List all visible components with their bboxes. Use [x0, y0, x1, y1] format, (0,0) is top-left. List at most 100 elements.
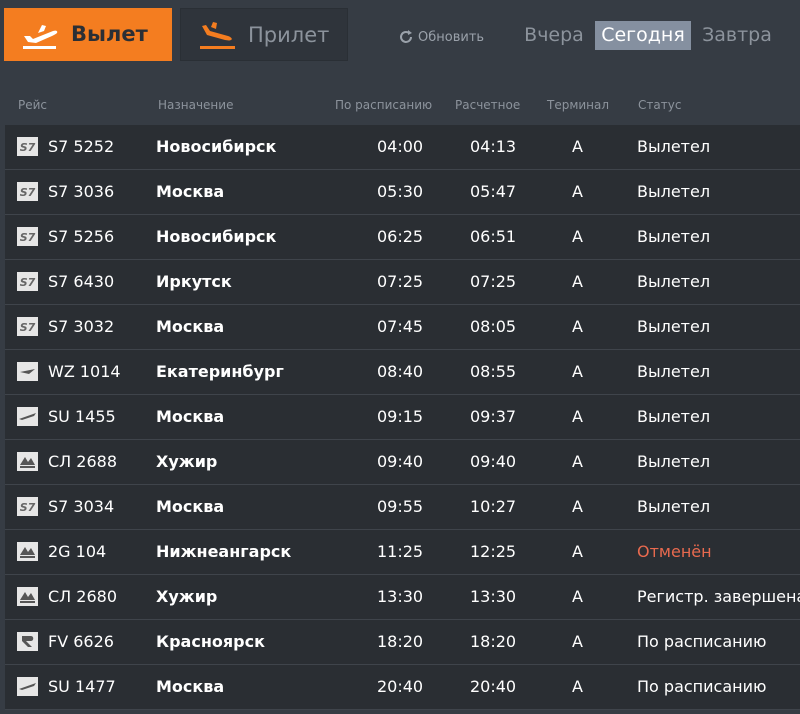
day-tomorrow-button[interactable]: Завтра — [702, 21, 772, 50]
table-row[interactable]: SU 1477 Москва 20:40 20:40 A По расписанию — [5, 665, 800, 710]
flight-number: FV 6626 — [48, 632, 114, 651]
s7-logo-icon: S7 — [17, 497, 38, 516]
flight-table: S7 S7 5252 Новосибирск 04:00 04:13 A Вылетел S7… — [5, 125, 800, 710]
flight-number: S7 3032 — [48, 317, 115, 336]
estimated-time: 20:40 — [470, 677, 517, 696]
scheduled-time: 13:30 — [377, 587, 424, 606]
plane-takeoff-icon — [23, 25, 58, 49]
destination: Новосибирск — [156, 227, 277, 246]
flight-number: S7 3034 — [48, 497, 115, 516]
flight-status: Вылетел — [637, 407, 711, 426]
refresh-button[interactable]: Обновить — [398, 29, 484, 45]
table-row[interactable]: SU 1455 Москва 09:15 09:37 A Вылетел — [5, 395, 800, 440]
angara-logo-icon — [17, 542, 38, 561]
table-row[interactable]: S7 S7 5252 Новосибирск 04:00 04:13 A Вылетел — [5, 125, 800, 170]
table-row[interactable]: FV 6626 Красноярск 18:20 18:20 A По расписани… — [5, 620, 800, 665]
table-row[interactable]: S7 S7 3032 Москва 07:45 08:05 A Вылетел — [5, 305, 800, 350]
terminal: A — [572, 452, 583, 471]
table-row[interactable]: S7 S7 6430 Иркутск 07:25 07:25 A Вылетел — [5, 260, 800, 305]
scheduled-time: 06:25 — [377, 227, 424, 246]
header-destination: Назначение — [158, 98, 234, 112]
estimated-time: 05:47 — [470, 182, 517, 201]
svg-text:S7: S7 — [20, 141, 36, 154]
day-today-button[interactable]: Сегодня — [595, 21, 691, 50]
flight-status: Отменён — [637, 542, 712, 561]
estimated-time: 04:13 — [470, 137, 517, 156]
table-row[interactable]: S7 S7 5256 Новосибирск 06:25 06:51 A Вылетел — [5, 215, 800, 260]
flight-status: По расписанию — [637, 632, 767, 651]
destination: Москва — [156, 407, 225, 426]
destination: Хужир — [156, 452, 218, 471]
terminal: A — [572, 272, 583, 291]
estimated-time: 07:25 — [470, 272, 517, 291]
svg-text:S7: S7 — [20, 501, 36, 514]
terminal: A — [572, 137, 583, 156]
day-yesterday-button[interactable]: Вчера — [522, 21, 586, 50]
table-row[interactable]: S7 S7 3034 Москва 09:55 10:27 A Вылетел — [5, 485, 800, 530]
terminal: A — [572, 182, 583, 201]
scheduled-time: 05:30 — [377, 182, 424, 201]
terminal: A — [572, 632, 583, 651]
destination: Москва — [156, 182, 225, 201]
table-row[interactable]: WZ 1014 Екатеринбург 08:40 08:55 A Вылетел — [5, 350, 800, 395]
svg-text:S7: S7 — [20, 321, 36, 334]
header-estimated: Расчетное — [455, 98, 521, 112]
departure-tab-label: Вылет — [71, 22, 148, 46]
scheduled-time: 07:25 — [377, 272, 424, 291]
arrival-tab-button[interactable]: Прилет — [180, 8, 348, 61]
s7-logo-icon: S7 — [17, 227, 38, 246]
s7-logo-icon: S7 — [17, 272, 38, 291]
flight-status: По расписанию — [637, 677, 767, 696]
flight-number: WZ 1014 — [48, 362, 121, 381]
terminal: A — [572, 317, 583, 336]
scheduled-time: 07:45 — [377, 317, 424, 336]
header-terminal: Терминал — [547, 98, 610, 112]
table-row[interactable]: S7 S7 3036 Москва 05:30 05:47 A Вылетел — [5, 170, 800, 215]
scheduled-time: 09:15 — [377, 407, 424, 426]
destination: Новосибирск — [156, 137, 277, 156]
destination: Екатеринбург — [156, 362, 284, 381]
aeroflot-logo-icon — [17, 677, 38, 696]
flight-number: S7 5252 — [48, 137, 115, 156]
flight-number: SU 1477 — [48, 677, 116, 696]
estimated-time: 18:20 — [470, 632, 517, 651]
destination: Красноярск — [156, 632, 265, 651]
table-row[interactable]: СЛ 2680 Хужир 13:30 13:30 A Регистр. завершен… — [5, 575, 800, 620]
flight-status: Регистр. завершена — [637, 587, 800, 606]
terminal: A — [572, 227, 583, 246]
destination: Нижнеангарск — [156, 542, 292, 561]
flight-status: Вылетел — [637, 317, 711, 336]
flight-status: Вылетел — [637, 362, 711, 381]
flight-status: Вылетел — [637, 452, 711, 471]
flight-status: Вылетел — [637, 182, 711, 201]
angara-logo-icon — [17, 452, 38, 471]
flight-number: SU 1455 — [48, 407, 116, 426]
flight-status: Вылетел — [637, 137, 711, 156]
flight-number: 2G 104 — [48, 542, 107, 561]
svg-text:S7: S7 — [20, 231, 36, 244]
estimated-time: 09:40 — [470, 452, 517, 471]
flight-number: СЛ 2688 — [48, 452, 118, 471]
aeroflot-logo-icon — [17, 407, 38, 426]
estimated-time: 06:51 — [470, 227, 517, 246]
terminal: A — [572, 362, 583, 381]
terminal: A — [572, 587, 583, 606]
table-row[interactable]: СЛ 2688 Хужир 09:40 09:40 A Вылетел — [5, 440, 800, 485]
red-wings-logo-icon — [17, 362, 38, 381]
table-row[interactable]: 2G 104 Нижнеангарск 11:25 12:25 A Отменён — [5, 530, 800, 575]
scheduled-time: 11:25 — [377, 542, 424, 561]
flight-status: Вылетел — [637, 497, 711, 516]
top-bar: Вылет Прилет Обновить Вчера Сегодня Завт… — [0, 0, 800, 72]
header-status: Статус — [638, 98, 682, 112]
s7-logo-icon: S7 — [17, 182, 38, 201]
terminal: A — [572, 677, 583, 696]
table-header: Рейс Назначение По расписанию Расчетное … — [0, 95, 800, 117]
departure-tab-button[interactable]: Вылет — [4, 8, 172, 61]
s7-logo-icon: S7 — [17, 137, 38, 156]
flight-number: S7 6430 — [48, 272, 115, 291]
angara-logo-icon — [17, 587, 38, 606]
estimated-time: 13:30 — [470, 587, 517, 606]
header-scheduled: По расписанию — [335, 98, 433, 112]
destination: Москва — [156, 497, 225, 516]
terminal: A — [572, 497, 583, 516]
